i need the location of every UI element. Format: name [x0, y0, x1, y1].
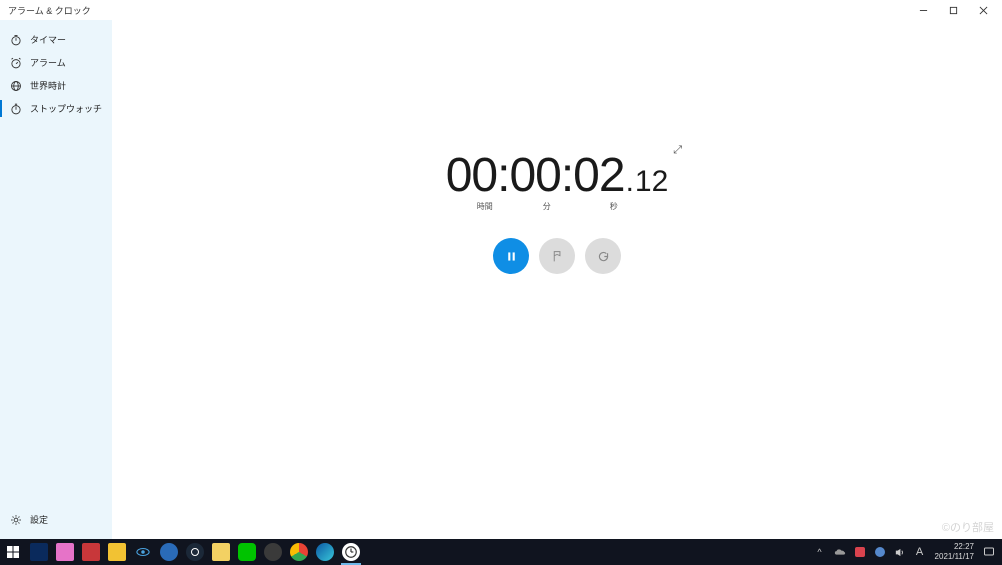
time-centiseconds: 12	[635, 165, 668, 199]
sidebar-item-label: ストップウォッチ	[30, 102, 102, 115]
taskbar-app-3[interactable]	[78, 539, 104, 565]
stopwatch-display: 00 : 00 : 02 . 12 時間 分 秒	[446, 148, 669, 212]
sidebar-item-label: アラーム	[30, 56, 66, 69]
globe-icon	[10, 80, 22, 92]
titlebar-controls	[908, 0, 998, 20]
taskbar-left	[0, 539, 364, 565]
taskbar-alarms[interactable]	[338, 539, 364, 565]
main-content: ⤢ 00 : 00 : 02 . 12 時間 分 秒	[112, 20, 1002, 539]
reset-button[interactable]	[585, 238, 621, 274]
label-minutes: 分	[514, 201, 580, 212]
window-title: アラーム & クロック	[8, 4, 91, 17]
taskbar: ^ A 22:27 2021/11/17	[0, 539, 1002, 565]
time-minutes: 00	[509, 148, 560, 203]
stopwatch-icon	[10, 103, 22, 115]
label-hours: 時間	[456, 201, 514, 212]
tray-date: 2021/11/17	[935, 552, 974, 562]
tray-onedrive-icon[interactable]	[831, 539, 849, 565]
taskbar-app-10[interactable]	[260, 539, 286, 565]
tray-volume-icon[interactable]	[891, 539, 909, 565]
stopwatch-controls	[493, 238, 621, 274]
tray-clock[interactable]: 22:27 2021/11/17	[931, 542, 978, 562]
taskbar-right: ^ A 22:27 2021/11/17	[811, 539, 1002, 565]
tray-ime[interactable]: A	[911, 539, 929, 565]
minimize-button[interactable]	[908, 0, 938, 20]
tray-chevron-icon[interactable]: ^	[811, 539, 829, 565]
lap-button[interactable]	[539, 238, 575, 274]
taskbar-app-5[interactable]	[130, 539, 156, 565]
taskbar-chrome[interactable]	[286, 539, 312, 565]
sidebar-item-settings[interactable]: 設定	[0, 508, 112, 531]
maximize-button[interactable]	[938, 0, 968, 20]
time-dot: .	[626, 165, 634, 199]
tray-app-red-icon[interactable]	[851, 539, 869, 565]
taskbar-app-1[interactable]	[26, 539, 52, 565]
sidebar-items: タイマー アラーム 世界時計	[0, 28, 112, 508]
taskbar-steam[interactable]	[182, 539, 208, 565]
sidebar-item-stopwatch[interactable]: ストップウォッチ	[0, 97, 112, 120]
taskbar-line[interactable]	[234, 539, 260, 565]
taskbar-edge[interactable]	[312, 539, 338, 565]
sidebar-item-alarm[interactable]: アラーム	[0, 51, 112, 74]
tray-notifications-icon[interactable]	[980, 539, 998, 565]
watermark: ©のり部屋	[942, 519, 994, 535]
alarm-icon	[10, 57, 22, 69]
sidebar-item-worldclock[interactable]: 世界時計	[0, 74, 112, 97]
start-button[interactable]	[0, 539, 26, 565]
taskbar-app-2[interactable]	[52, 539, 78, 565]
sidebar-item-label: 設定	[30, 513, 48, 526]
time-sep2: :	[561, 148, 573, 203]
app-window: アラーム & クロック タイマー	[0, 0, 1002, 539]
sidebar-bottom: 設定	[0, 508, 112, 539]
label-seconds: 秒	[580, 201, 648, 212]
gear-icon	[10, 514, 22, 526]
taskbar-app-6[interactable]	[156, 539, 182, 565]
expand-icon[interactable]: ⤢	[673, 144, 682, 157]
time-seconds: 02	[573, 148, 624, 203]
sidebar: タイマー アラーム 世界時計	[0, 20, 112, 539]
taskbar-explorer[interactable]	[208, 539, 234, 565]
sidebar-item-label: 世界時計	[30, 79, 66, 92]
time-labels: 時間 分 秒	[446, 201, 669, 212]
pause-button[interactable]	[493, 238, 529, 274]
time-readout: 00 : 00 : 02 . 12	[446, 148, 669, 203]
sidebar-item-label: タイマー	[30, 33, 66, 46]
app-body: タイマー アラーム 世界時計	[0, 20, 1002, 539]
close-button[interactable]	[968, 0, 998, 20]
timer-icon	[10, 34, 22, 46]
time-hours: 00	[446, 148, 497, 203]
tray-app-icon[interactable]	[871, 539, 889, 565]
sidebar-item-timer[interactable]: タイマー	[0, 28, 112, 51]
taskbar-app-4[interactable]	[104, 539, 130, 565]
tray-time: 22:27	[935, 542, 974, 552]
time-sep1: :	[497, 148, 509, 203]
titlebar: アラーム & クロック	[0, 0, 1002, 20]
